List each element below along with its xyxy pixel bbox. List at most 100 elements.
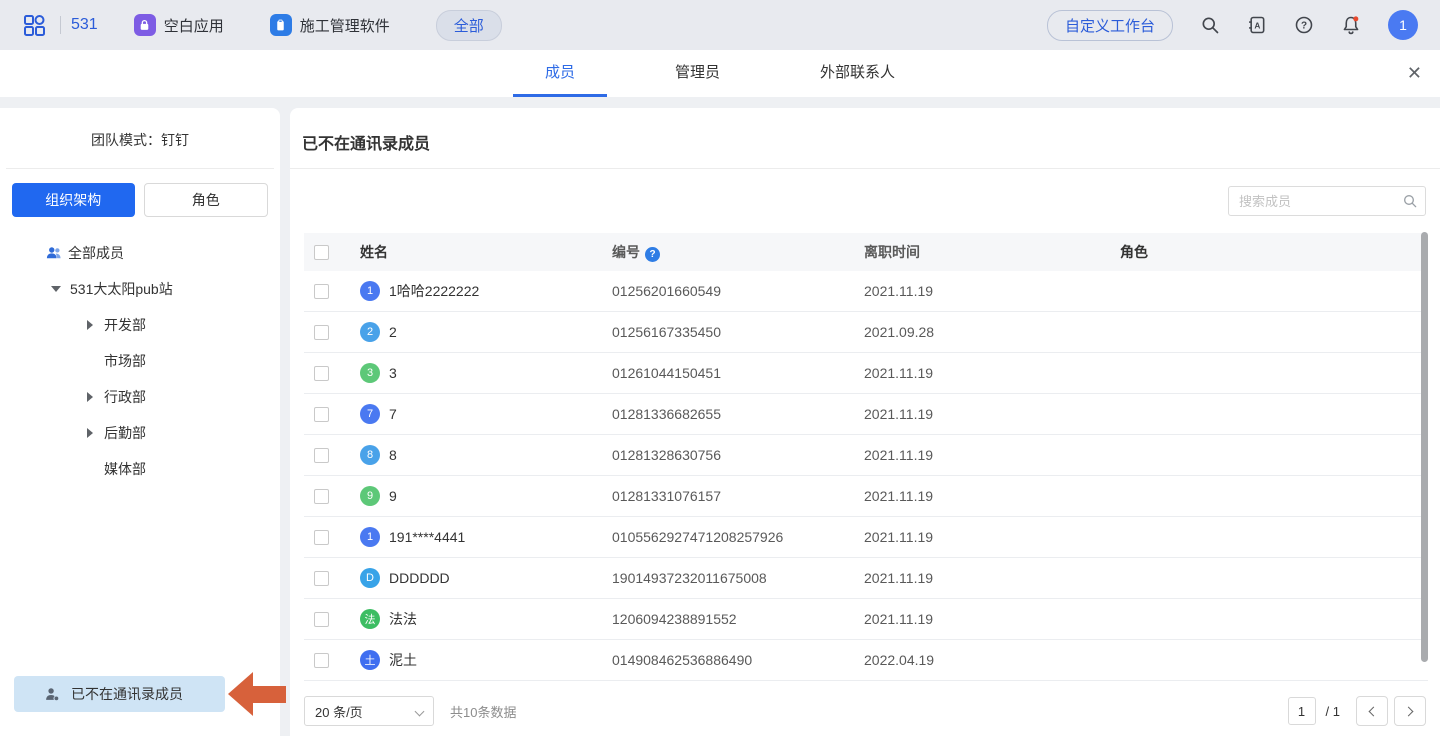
tree-item-label: 全部成员 [68,243,124,263]
tab-members[interactable]: 成员 [513,50,607,97]
caret-right-icon[interactable] [80,320,100,330]
table-body: 1 1哈哈2222222 01256201660549 2021.11.19 2… [304,271,1428,681]
tree-item-media-dept[interactable]: 媒体部 [0,451,280,487]
member-number: 01256167335450 [612,324,864,340]
member-number: 014908462536886490 [612,652,864,668]
row-checkbox[interactable] [314,284,329,299]
row-checkbox[interactable] [314,653,329,668]
pagination-bar: 20 条/页 共10条数据 / 1 [290,686,1440,736]
app-item-construction-software[interactable]: 施工管理软件 [270,14,390,36]
tree-item-all-members[interactable]: 全部成员 [0,235,280,271]
tree-item-label: 媒体部 [104,459,146,479]
member-number: 01281328630756 [612,447,864,463]
customize-workbench-button[interactable]: 自定义工作台 [1047,10,1173,41]
table-row[interactable]: 2 2 01256167335450 2021.09.28 [304,312,1428,353]
member-name: 9 [389,488,397,504]
member-number: 01281331076157 [612,488,864,504]
table-scrollbar[interactable] [1421,232,1428,662]
chevron-left-icon [1369,706,1379,716]
member-number: 01281336682655 [612,406,864,422]
search-row [290,169,1440,216]
total-count-label: 共10条数据 [450,702,516,721]
pager: / 1 [1288,696,1426,726]
member-name: 泥土 [389,650,417,670]
annotation-arrow-icon [228,672,286,717]
resigned-members-item[interactable]: 已不在通讯录成员 [14,676,225,712]
tree-item-label: 行政部 [104,387,146,407]
table-row[interactable]: D DDDDDD 19014937232011675008 2021.11.19 [304,558,1428,599]
row-checkbox[interactable] [314,530,329,545]
help-icon[interactable]: ? [1294,15,1314,35]
row-checkbox[interactable] [314,612,329,627]
table-row[interactable]: 7 7 01281336682655 2021.11.19 [304,394,1428,435]
tree-item-market-dept[interactable]: 市场部 [0,343,280,379]
select-all-checkbox[interactable] [314,245,329,260]
member-avatar: D [360,568,380,588]
table-row[interactable]: 土 泥土 014908462536886490 2022.04.19 [304,640,1428,681]
tree-item-admin-dept[interactable]: 行政部 [0,379,280,415]
member-leave-date: 2021.11.19 [864,365,1120,381]
member-number: 0105562927471208257926 [612,529,864,545]
member-leave-date: 2021.11.19 [864,611,1120,627]
member-leave-date: 2022.04.19 [864,652,1120,668]
member-number: 19014937232011675008 [612,570,864,586]
search-icon[interactable] [1200,15,1220,35]
page-size-select[interactable]: 20 条/页 [304,696,434,726]
table-row[interactable]: 1 1哈哈2222222 01256201660549 2021.11.19 [304,271,1428,312]
svg-text:A: A [1254,20,1260,30]
workspace-name[interactable]: 531 [71,16,98,34]
tree-item-label: 531大太阳pub站 [70,279,173,299]
tree-item-dev-dept[interactable]: 开发部 [0,307,280,343]
row-checkbox[interactable] [314,407,329,422]
search-icon[interactable] [1402,193,1418,209]
address-book-icon[interactable]: A [1247,15,1267,35]
caret-down-icon[interactable] [46,286,66,292]
page-number-input[interactable] [1288,697,1316,725]
notification-bell-icon[interactable] [1341,15,1361,35]
person-remove-icon [44,686,61,703]
member-leave-date: 2021.11.19 [864,529,1120,545]
row-checkbox[interactable] [314,489,329,504]
caret-right-icon[interactable] [80,428,100,438]
user-avatar[interactable]: 1 [1388,10,1418,40]
table-row[interactable]: 法 法法 1206094238891552 2021.11.19 [304,599,1428,640]
table-row[interactable]: 9 9 01281331076157 2021.11.19 [304,476,1428,517]
tree-item-label: 市场部 [104,351,146,371]
roles-button[interactable]: 角色 [144,183,269,217]
table-row[interactable]: 3 3 01261044150451 2021.11.19 [304,353,1428,394]
close-icon[interactable]: ✕ [1407,62,1422,84]
apps-grid-icon[interactable] [22,13,46,37]
next-page-button[interactable] [1394,696,1426,726]
tree-item-logistics-dept[interactable]: 后勤部 [0,415,280,451]
app-item-blank-app[interactable]: 空白应用 [134,14,224,36]
tree-item-org-root[interactable]: 531大太阳pub站 [0,271,280,307]
members-table: 姓名 编号? 离职时间 角色 1 1哈哈2222222 012562016605… [304,233,1428,681]
member-name: 7 [389,406,397,422]
column-header-leave-date: 离职时间 [864,242,1120,262]
chevron-right-icon [1404,706,1414,716]
org-structure-button[interactable]: 组织架构 [12,183,135,217]
member-number: 01261044150451 [612,365,864,381]
member-name: 2 [389,324,397,340]
member-leave-date: 2021.11.19 [864,570,1120,586]
tab-admins[interactable]: 管理员 [643,50,752,97]
row-checkbox[interactable] [314,571,329,586]
filter-all-pill[interactable]: 全部 [436,10,502,41]
table-row[interactable]: 1 191****4441 0105562927471208257926 202… [304,517,1428,558]
column-header-role: 角色 [1120,242,1428,262]
member-avatar: 9 [360,486,380,506]
svg-text:?: ? [1301,21,1307,32]
caret-right-icon[interactable] [80,392,100,402]
search-input[interactable] [1228,186,1426,216]
view-toggle: 组织架构 角色 [0,169,280,227]
tab-external-contacts[interactable]: 外部联系人 [788,50,927,97]
prev-page-button[interactable] [1356,696,1388,726]
row-checkbox[interactable] [314,366,329,381]
help-question-icon[interactable]: ? [645,247,660,262]
member-leave-date: 2021.11.19 [864,283,1120,299]
row-checkbox[interactable] [314,448,329,463]
column-header-name: 姓名 [360,242,612,262]
table-row[interactable]: 8 8 01281328630756 2021.11.19 [304,435,1428,476]
member-name: DDDDDD [389,570,450,586]
row-checkbox[interactable] [314,325,329,340]
